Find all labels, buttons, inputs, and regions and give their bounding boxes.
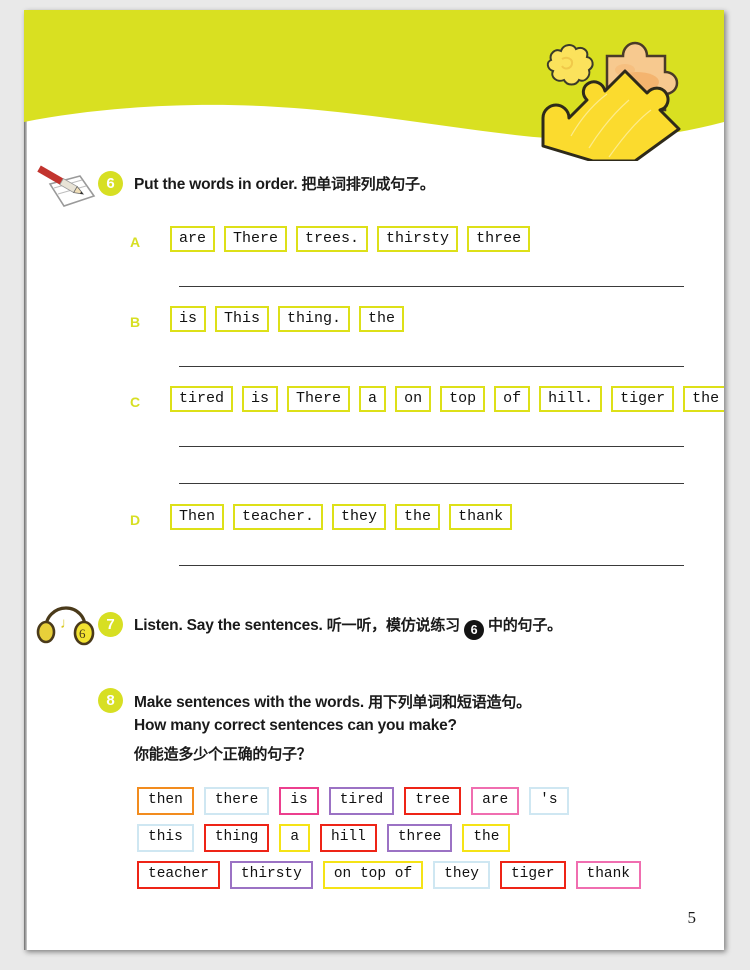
- word-bank-row-3: teacher thirsty on top of they tiger thank: [137, 861, 642, 889]
- word-card[interactable]: are: [170, 226, 216, 252]
- word-row-a: are There trees. thirsty three: [170, 226, 531, 252]
- page-background: 6 Put the words in order. 把单词排列成句子。 A ar…: [0, 0, 750, 970]
- word-card[interactable]: the: [395, 504, 441, 530]
- word-bank-card[interactable]: is: [279, 787, 319, 815]
- word-card[interactable]: top: [440, 386, 486, 412]
- word-bank-card[interactable]: are: [471, 787, 520, 815]
- exercise-8-title-en-2: How many correct sentences can you make?: [134, 717, 457, 734]
- word-card[interactable]: thing.: [278, 306, 351, 332]
- word-bank-card[interactable]: they: [433, 861, 490, 889]
- word-card[interactable]: they: [332, 504, 387, 530]
- word-card[interactable]: There: [224, 226, 288, 252]
- row-letter-b: B: [130, 314, 141, 330]
- page-content: 6 Put the words in order. 把单词排列成句子。 A ar…: [24, 10, 724, 950]
- word-card[interactable]: There: [287, 386, 351, 412]
- exercise-6-title-cn: 把单词排列成句子。: [301, 176, 435, 193]
- word-bank-card[interactable]: then: [137, 787, 194, 815]
- svg-text:♩: ♩: [60, 616, 75, 632]
- exercise-7-title-cn-pre: 听一听，模仿说练习: [326, 617, 460, 634]
- word-bank-card[interactable]: the: [462, 824, 511, 852]
- answer-line-d-1[interactable]: [179, 565, 684, 566]
- word-bank-card[interactable]: three: [386, 824, 453, 852]
- headphones-icon: 6 ♩: [34, 602, 96, 653]
- word-bank-card[interactable]: there: [203, 787, 270, 815]
- word-bank-row-2: this thing a hill three the: [137, 824, 511, 852]
- word-card[interactable]: thirsty: [377, 226, 459, 252]
- word-card[interactable]: a: [359, 386, 387, 412]
- word-card[interactable]: Then: [170, 504, 225, 530]
- word-bank-card[interactable]: thing: [203, 824, 270, 852]
- word-card[interactable]: the: [683, 386, 724, 412]
- word-bank-card[interactable]: thank: [575, 861, 642, 889]
- word-card[interactable]: tiger: [611, 386, 675, 412]
- word-row-c: tired is There a on top of hill. tiger the: [170, 386, 724, 412]
- word-card[interactable]: This: [215, 306, 270, 332]
- exercise-8-title-line2: How many correct sentences can you make?: [134, 717, 457, 735]
- word-bank-card[interactable]: a: [279, 824, 311, 852]
- word-card[interactable]: is: [242, 386, 279, 412]
- answer-line-b-1[interactable]: [179, 366, 684, 367]
- exercise-7-title-en: Listen. Say the sentences.: [134, 617, 323, 634]
- row-letter-a: A: [130, 234, 141, 250]
- word-bank-card[interactable]: tired: [328, 787, 395, 815]
- word-bank-card[interactable]: this: [137, 824, 194, 852]
- page-number: 5: [687, 908, 697, 927]
- word-row-d: Then teacher. they the thank: [170, 504, 513, 530]
- exercise-6-title-en: Put the words in order.: [134, 176, 298, 193]
- word-bank-card[interactable]: on top of: [322, 861, 424, 889]
- exercise-7-title-cn-post: 中的句子。: [487, 617, 562, 634]
- exercise-8-title-line1: Make sentences with the words. 用下列单词和短语造…: [134, 691, 531, 712]
- row-letter-c: C: [130, 394, 141, 410]
- word-card[interactable]: three: [467, 226, 531, 252]
- answer-line-c-2[interactable]: [179, 483, 684, 484]
- word-bank-card[interactable]: 's: [529, 787, 569, 815]
- exercise-7-badge: 7: [98, 612, 123, 637]
- svg-text:6: 6: [79, 626, 86, 641]
- word-bank-card[interactable]: hill: [320, 824, 377, 852]
- word-bank-card[interactable]: tree: [404, 787, 462, 815]
- exercise-8-title-line3: 你能造多少个正确的句子？: [134, 743, 312, 764]
- exercise-8-title-en-1: Make sentences with the words.: [134, 694, 365, 711]
- pencil-writing-icon: [36, 162, 106, 222]
- word-card[interactable]: of: [494, 386, 531, 412]
- exercise-6-title: Put the words in order. 把单词排列成句子。: [134, 173, 435, 194]
- word-bank-row-1: then there is tired tree are 's: [137, 787, 569, 815]
- exercise-7-inline-ref-badge: 6: [463, 620, 484, 640]
- answer-line-c-1[interactable]: [179, 446, 684, 447]
- word-bank-card[interactable]: tiger: [499, 861, 566, 889]
- answer-line-a-1[interactable]: [179, 286, 684, 287]
- word-card[interactable]: teacher.: [233, 504, 324, 530]
- page-sheet: 6 Put the words in order. 把单词排列成句子。 A ar…: [24, 10, 724, 950]
- exercise-8-badge: 8: [98, 688, 123, 713]
- word-card[interactable]: trees.: [296, 226, 369, 252]
- word-card[interactable]: hill.: [539, 386, 603, 412]
- exercise-8-title-cn-1: 用下列单词和短语造句。: [368, 694, 531, 711]
- word-row-b: is This thing. the: [170, 306, 405, 332]
- word-card[interactable]: the: [359, 306, 405, 332]
- word-bank-card[interactable]: thirsty: [229, 861, 313, 889]
- word-card[interactable]: on: [395, 386, 432, 412]
- word-card[interactable]: thank: [449, 504, 513, 530]
- word-bank-card[interactable]: teacher: [137, 861, 220, 889]
- exercise-8-title-cn-2: 你能造多少个正确的句子？: [134, 746, 312, 763]
- exercise-7-title: Listen. Say the sentences. 听一听，模仿说练习 6 中的句…: [134, 614, 562, 640]
- word-card[interactable]: is: [170, 306, 207, 332]
- row-letter-d: D: [130, 512, 141, 528]
- word-card[interactable]: tired: [170, 386, 234, 412]
- exercise-6-badge: 6: [98, 171, 123, 196]
